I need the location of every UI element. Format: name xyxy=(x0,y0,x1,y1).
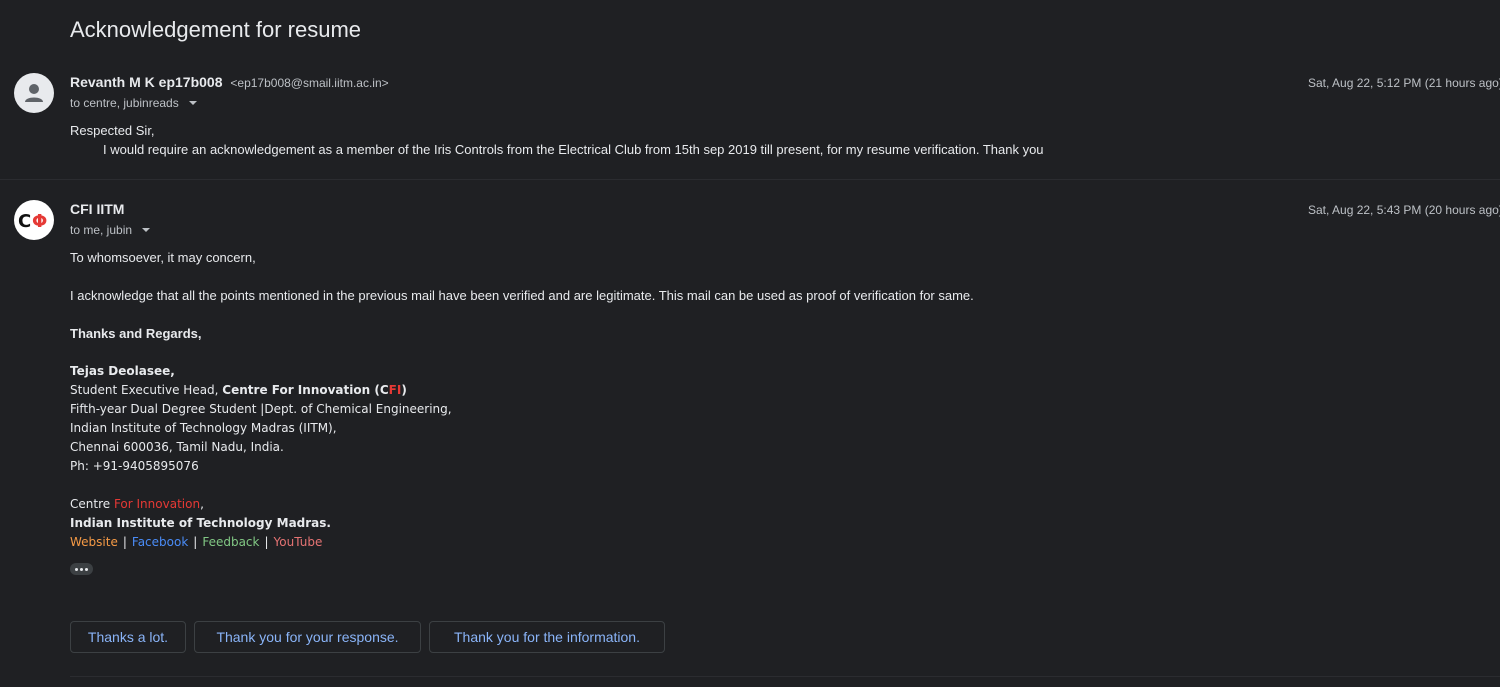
svg-text:C: C xyxy=(18,211,31,232)
signature-address: Chennai 600036, Tamil Nadu, India. xyxy=(70,440,284,454)
cfi-logo-avatar[interactable]: C Φ xyxy=(14,200,54,240)
link-facebook[interactable]: Facebook xyxy=(132,535,188,549)
message-body-line: I acknowledge that all the points mentio… xyxy=(70,288,974,303)
signature-centre-b: For Innovation xyxy=(113,497,201,511)
message-timestamp: Sat, Aug 22, 5:12 PM (21 hours ago) xyxy=(1308,76,1500,90)
sender-name[interactable]: CFI IITM xyxy=(70,201,124,217)
ellipsis-icon xyxy=(80,567,83,571)
signature-role-close: ) xyxy=(401,383,407,397)
signature-institute: Indian Institute of Technology Madras (I… xyxy=(70,421,337,435)
chevron-down-icon xyxy=(142,228,151,232)
signature-centre: Centre For Innovation, xyxy=(70,497,204,511)
signature-name: Tejas Deolasee, xyxy=(70,364,175,378)
signature-student-b: Dept. of Chemical Engineering, xyxy=(264,402,452,416)
signature-role-prefix: Student Executive Head, xyxy=(70,383,223,397)
signature-role: Student Executive Head, Centre For Innov… xyxy=(70,383,407,397)
smart-reply-label: Thanks a lot. xyxy=(87,629,169,645)
link-youtube[interactable]: YouTube xyxy=(274,535,323,549)
recipients-toggle[interactable]: to me, jubin xyxy=(70,223,151,237)
signature-student: Fifth-year Dual Degree Student |Dept. of… xyxy=(70,402,452,416)
sender-email: <ep17b008@smail.iitm.ac.in> xyxy=(230,76,389,90)
email-subject: Acknowledgement for resume xyxy=(70,17,362,42)
link-website[interactable]: Website xyxy=(70,535,118,549)
message-body-line: To whomsoever, it may concern, xyxy=(70,250,256,265)
sender-name[interactable]: Revanth M K ep17b008 xyxy=(70,74,223,90)
link-feedback[interactable]: Feedback xyxy=(202,535,259,549)
message-body-line: Respected Sir, xyxy=(70,123,155,138)
bottom-divider xyxy=(70,676,1500,677)
link-separator: | xyxy=(122,535,127,549)
smart-reply-chip[interactable]: Thank you for the information. xyxy=(429,621,665,653)
ellipsis-icon xyxy=(85,567,88,571)
cfi-logo-icon: C Φ xyxy=(18,211,47,232)
message-timestamp: Sat, Aug 22, 5:43 PM (20 hours ago) xyxy=(1308,203,1500,217)
chevron-down-icon xyxy=(188,101,197,105)
signature-centre-c: , xyxy=(200,497,204,511)
link-separator: | xyxy=(193,535,198,549)
signature-student-a: Fifth-year Dual Degree Student | xyxy=(70,402,265,416)
person-icon[interactable] xyxy=(14,73,54,113)
smart-reply-label: Thank you for your response. xyxy=(216,629,399,645)
svg-text:Φ: Φ xyxy=(32,211,47,232)
show-trimmed-content-button[interactable] xyxy=(70,563,93,575)
signature-phone: Ph: +91-9405895076 xyxy=(70,459,199,473)
message-divider xyxy=(0,179,1500,180)
signature-role-fi: FI xyxy=(388,383,402,397)
message-body-line: I would require an acknowledgement as a … xyxy=(103,142,1044,157)
signature-centre-a: Centre xyxy=(70,497,114,511)
recipients-text: to me, jubin xyxy=(70,223,133,237)
message-body-line: Thanks and Regards, xyxy=(70,326,202,341)
smart-reply-chip[interactable]: Thanks a lot. xyxy=(70,621,186,653)
signature-role-org: Centre For Innovation (C xyxy=(222,383,389,397)
smart-reply-chip[interactable]: Thank you for your response. xyxy=(194,621,421,653)
smart-reply-label: Thank you for the information. xyxy=(454,629,640,645)
recipients-toggle[interactable]: to centre, jubinreads xyxy=(70,96,197,110)
signature-links: Website | Facebook | Feedback | YouTube xyxy=(70,535,322,549)
ellipsis-icon xyxy=(75,567,78,571)
sender-line: CFI IITM xyxy=(70,201,124,217)
sender-line: Revanth M K ep17b008 <ep17b008@smail.iit… xyxy=(70,74,389,90)
signature-institute2: Indian Institute of Technology Madras. xyxy=(70,516,331,530)
link-separator: | xyxy=(264,535,269,549)
recipients-text: to centre, jubinreads xyxy=(70,96,179,110)
